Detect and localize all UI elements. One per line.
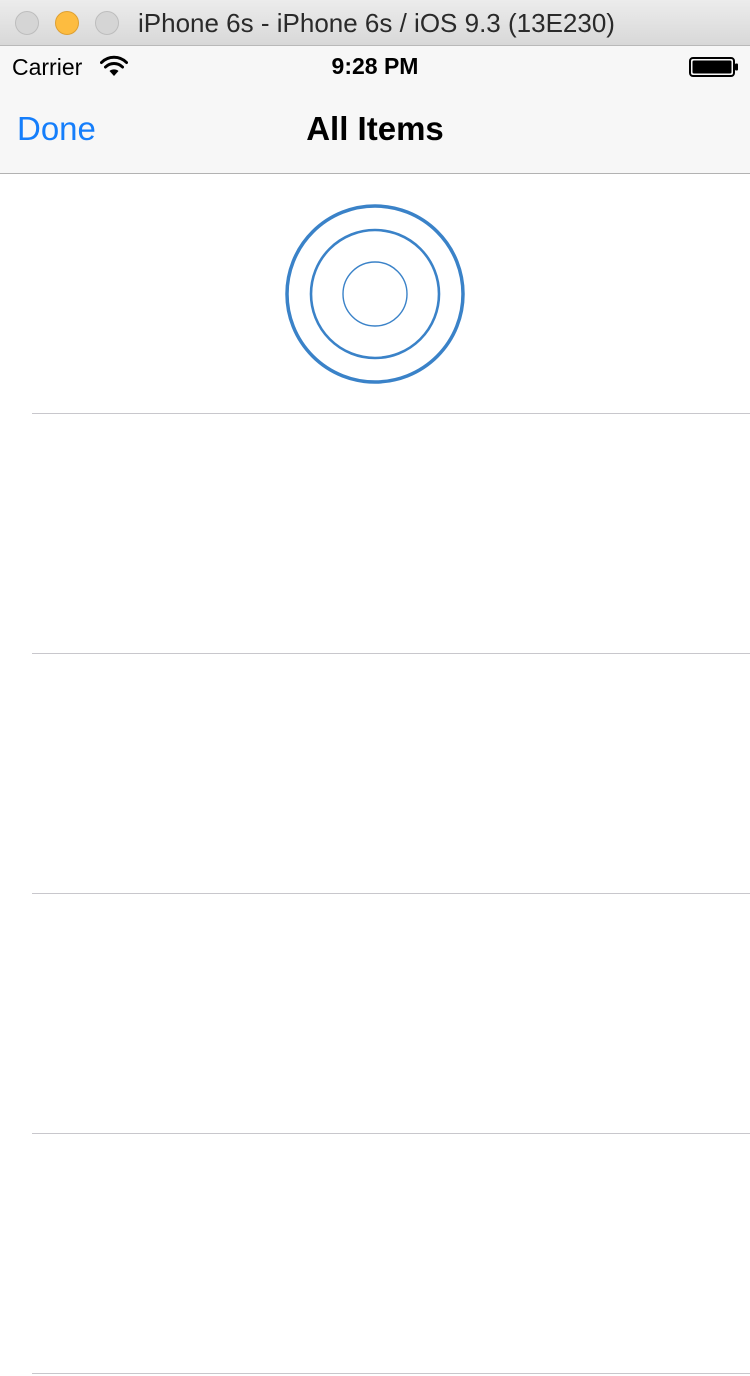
table-row[interactable]	[0, 174, 750, 414]
window-title: iPhone 6s - iPhone 6s / iOS 9.3 (13E230)	[138, 8, 615, 38]
table-row[interactable]	[0, 654, 750, 894]
battery-icon	[689, 57, 738, 77]
table-row[interactable]	[0, 1134, 750, 1374]
table-row[interactable]	[0, 414, 750, 654]
status-time: 9:28 PM	[331, 53, 419, 79]
activity-indicator-icon	[285, 204, 465, 384]
table-row[interactable]	[0, 894, 750, 1134]
simulator-title-bar: iPhone 6s - iPhone 6s / iOS 9.3 (13E230)	[0, 0, 750, 46]
zoom-window-button[interactable]	[95, 11, 119, 35]
minimize-window-button[interactable]	[55, 11, 79, 35]
items-table[interactable]	[0, 174, 750, 1376]
status-bar: Carrier 9:28 PM	[0, 46, 750, 86]
close-window-button[interactable]	[15, 11, 39, 35]
nav-title: All Items	[306, 110, 444, 147]
navigation-bar: Done All Items	[0, 86, 750, 174]
row-separator	[32, 1373, 750, 1374]
